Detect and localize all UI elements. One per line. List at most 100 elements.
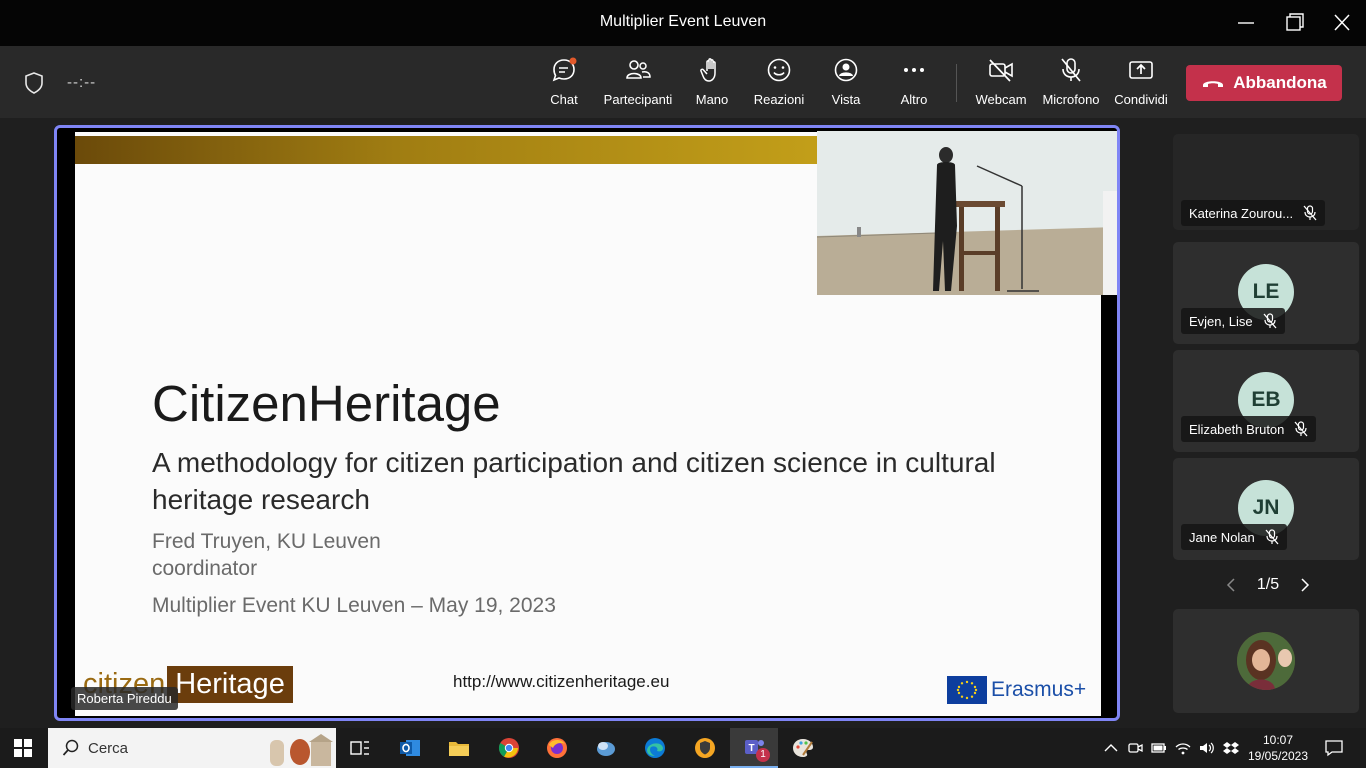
- chat-icon: [552, 57, 577, 82]
- clock-date: 19/05/2023: [1247, 749, 1309, 763]
- taskbar-mail[interactable]: [582, 728, 630, 768]
- view-label: Vista: [831, 92, 861, 107]
- more-button[interactable]: Altro: [892, 56, 936, 112]
- shared-screen[interactable]: CitizenHeritage A methodology for citize…: [54, 125, 1120, 721]
- taskbar-chrome[interactable]: [485, 728, 533, 768]
- webcam-button[interactable]: Webcam: [972, 56, 1030, 112]
- mic-off-icon: [1303, 205, 1317, 221]
- restore-button[interactable]: [1280, 10, 1308, 36]
- shield-icon[interactable]: [23, 71, 45, 95]
- erasmus-text: Erasmus+: [991, 678, 1087, 701]
- share-icon: [1129, 61, 1153, 79]
- participant-name: Elizabeth Bruton: [1189, 421, 1285, 437]
- participant-name: Evjen, Lise: [1189, 313, 1253, 329]
- view-button[interactable]: Vista: [824, 56, 868, 112]
- participant-tile[interactable]: Katerina Zourou...: [1173, 134, 1359, 230]
- participant-tile[interactable]: EB Elizabeth Bruton: [1173, 350, 1359, 452]
- self-view-tile[interactable]: [1173, 609, 1359, 713]
- leave-button[interactable]: Abbandona: [1186, 65, 1342, 101]
- tray-overflow-icon[interactable]: [1102, 740, 1120, 756]
- taskbar-teams[interactable]: T 1: [730, 728, 778, 768]
- slide-url: http://www.citizenheritage.eu: [453, 672, 670, 691]
- wifi-icon[interactable]: [1174, 740, 1192, 756]
- notifications-icon[interactable]: [1324, 739, 1344, 757]
- hang-up-icon: [1203, 81, 1224, 87]
- edge-icon: [645, 738, 665, 758]
- close-icon: [1334, 14, 1350, 31]
- people-icon: [626, 60, 651, 79]
- slide-title: CitizenHeritage: [152, 375, 501, 432]
- eu-flag-icon: [947, 676, 987, 704]
- share-label: Condividi: [1114, 92, 1168, 107]
- taskbar-edge[interactable]: [631, 728, 679, 768]
- taskbar-paint[interactable]: [779, 728, 827, 768]
- meet-now-icon[interactable]: [1126, 740, 1144, 756]
- svg-text:T: T: [749, 743, 755, 754]
- participant-tile[interactable]: JN Jane Nolan: [1173, 458, 1359, 560]
- toolbar-divider: [956, 64, 957, 102]
- battery-icon[interactable]: [1150, 740, 1168, 756]
- meeting-toolbar: --:-- Chat Partecipanti Mano Reazioni Vi…: [0, 46, 1366, 118]
- slide-event: Multiplier Event KU Leuven – May 19, 202…: [152, 594, 556, 617]
- erasmus-logo: Erasmus+: [947, 675, 1086, 705]
- dropbox-icon[interactable]: [1222, 740, 1240, 756]
- taskbar-firefox[interactable]: [533, 728, 581, 768]
- slide-header-bar: [75, 136, 875, 164]
- taskbar-search[interactable]: Cerca: [48, 728, 336, 768]
- reactions-button[interactable]: Reazioni: [752, 56, 806, 112]
- leave-label: Abbandona: [1233, 73, 1327, 92]
- meeting-timer: --:--: [67, 74, 97, 91]
- speaker-scene-image: [817, 131, 1117, 295]
- search-icon: [62, 739, 79, 756]
- chevron-right-icon[interactable]: [1300, 577, 1310, 593]
- participants-button[interactable]: Partecipanti: [600, 56, 676, 112]
- chevron-left-icon[interactable]: [1226, 577, 1236, 593]
- taskbar-file-explorer[interactable]: [435, 728, 483, 768]
- presenter-name-tag: Roberta Pireddu: [71, 687, 178, 710]
- windows-start-icon[interactable]: [14, 739, 32, 757]
- participant-name-tag: Evjen, Lise: [1181, 308, 1285, 334]
- mic-off-icon: [1263, 313, 1277, 329]
- firefox-icon: [547, 738, 567, 758]
- slide-author: Fred Truyen, KU Leuven coordinator: [152, 528, 381, 582]
- participant-tile[interactable]: LE Evjen, Lise: [1173, 242, 1359, 344]
- camera-off-icon: [989, 59, 1013, 82]
- mic-off-icon: [1265, 529, 1279, 545]
- chrome-icon: [498, 738, 519, 758]
- close-button[interactable]: [1328, 10, 1356, 36]
- taskbar: Cerca T 1 10:07 19/05/2023: [0, 728, 1366, 768]
- folder-icon: [449, 742, 469, 756]
- taskbar-vpn[interactable]: [681, 728, 729, 768]
- mic-off-icon: [1294, 421, 1308, 437]
- volume-icon[interactable]: [1198, 740, 1216, 756]
- microphone-button[interactable]: Microfono: [1038, 56, 1104, 112]
- microphone-label: Microfono: [1042, 92, 1100, 107]
- participant-name-tag: Katerina Zourou...: [1181, 200, 1326, 226]
- participant-name-tag: Jane Nolan: [1181, 524, 1287, 550]
- raise-hand-icon: [700, 58, 716, 82]
- chat-button[interactable]: Chat: [542, 56, 586, 112]
- search-highlight-icon: [270, 734, 333, 766]
- paint-palette-icon: [793, 739, 813, 757]
- task-view-icon: [350, 741, 369, 755]
- clock-time: 10:07: [1262, 733, 1294, 747]
- window-title: Multiplier Event Leuven: [599, 13, 767, 30]
- speaker-video: [817, 131, 1117, 295]
- minimize-button[interactable]: [1232, 10, 1260, 36]
- restore-icon: [1286, 13, 1304, 31]
- share-button[interactable]: Condividi: [1112, 56, 1170, 112]
- vpn-shield-icon: [695, 738, 715, 758]
- taskbar-outlook[interactable]: [386, 728, 434, 768]
- taskbar-clock[interactable]: 10:07 19/05/2023: [1246, 732, 1310, 764]
- webcam-label: Webcam: [975, 92, 1027, 107]
- participant-name: Katerina Zourou...: [1189, 205, 1294, 221]
- raise-hand-button[interactable]: Mano: [690, 56, 734, 112]
- weather-mail-icon: [597, 742, 615, 756]
- more-label: Altro: [900, 92, 928, 107]
- taskbar-task-view[interactable]: [336, 728, 384, 768]
- participant-name: Jane Nolan: [1189, 529, 1255, 545]
- raise-hand-label: Mano: [695, 92, 729, 107]
- chat-label: Chat: [550, 92, 578, 107]
- teams-notification-badge: 1: [756, 748, 770, 762]
- title-bar: Multiplier Event Leuven: [0, 0, 1366, 46]
